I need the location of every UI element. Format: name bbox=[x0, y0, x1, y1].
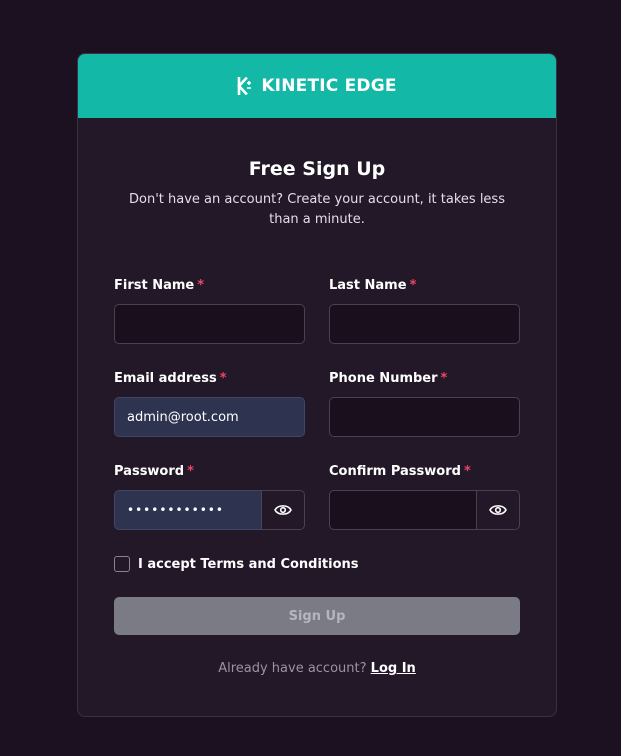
card-body: Free Sign Up Don't have an account? Crea… bbox=[78, 157, 556, 676]
confirm-password-visibility-toggle[interactable] bbox=[477, 490, 520, 530]
phone-label: Phone Number * bbox=[329, 371, 448, 386]
signup-button[interactable]: Sign Up bbox=[114, 597, 520, 635]
password-input[interactable]: •••••••••••• bbox=[114, 490, 262, 530]
phone-input[interactable] bbox=[329, 397, 520, 437]
brand-logo-icon bbox=[237, 77, 252, 95]
brand[interactable]: KINETIC EDGE bbox=[237, 76, 396, 96]
password-group: •••••••••••• bbox=[114, 490, 305, 530]
terms-label[interactable]: I accept Terms and Conditions bbox=[138, 557, 359, 572]
login-prompt-text: Already have account? bbox=[218, 661, 367, 676]
required-marker: * bbox=[187, 464, 194, 479]
eye-icon bbox=[274, 505, 292, 515]
signup-card: KINETIC EDGE Free Sign Up Don't have an … bbox=[77, 53, 557, 717]
name-row: First Name * Last Name * bbox=[114, 277, 520, 344]
last-name-label: Last Name * bbox=[329, 278, 417, 293]
email-field: Email address * admin@root.com bbox=[114, 370, 305, 437]
required-marker: * bbox=[197, 278, 205, 293]
login-link[interactable]: Log In bbox=[371, 661, 416, 676]
required-marker: * bbox=[219, 371, 227, 386]
required-marker: * bbox=[440, 371, 448, 386]
terms-checkbox[interactable] bbox=[114, 556, 130, 572]
password-visibility-toggle[interactable] bbox=[262, 490, 305, 530]
first-name-input[interactable] bbox=[114, 304, 305, 344]
phone-field: Phone Number * bbox=[329, 370, 520, 437]
last-name-input[interactable] bbox=[329, 304, 520, 344]
required-marker: * bbox=[409, 278, 417, 293]
password-field: Password * •••••••••••• bbox=[114, 463, 305, 530]
page-title: Free Sign Up bbox=[248, 158, 386, 180]
confirm-password-input[interactable] bbox=[329, 490, 477, 530]
email-input[interactable]: admin@root.com bbox=[114, 397, 305, 437]
eye-icon bbox=[489, 505, 507, 515]
confirm-password-field: Confirm Password * bbox=[329, 463, 520, 530]
confirm-password-group bbox=[329, 490, 520, 530]
login-prompt: Already have account? Log In bbox=[114, 661, 520, 676]
first-name-label: First Name * bbox=[114, 278, 205, 293]
card-header: KINETIC EDGE bbox=[78, 54, 556, 118]
brand-name: KINETIC EDGE bbox=[261, 76, 397, 96]
password-label: Password * bbox=[114, 464, 194, 479]
email-label: Email address * bbox=[114, 371, 227, 386]
required-marker: * bbox=[463, 464, 471, 479]
first-name-field: First Name * bbox=[114, 277, 305, 344]
last-name-field: Last Name * bbox=[329, 277, 520, 344]
confirm-password-label: Confirm Password * bbox=[329, 464, 471, 479]
terms-row: I accept Terms and Conditions bbox=[114, 556, 520, 572]
page-subtitle: Don't have an account? Create your accou… bbox=[129, 192, 505, 227]
contact-row: Email address * admin@root.com Phone Numb… bbox=[114, 370, 520, 437]
password-row: Password * •••••••••••• Confirm Password * bbox=[114, 463, 520, 530]
